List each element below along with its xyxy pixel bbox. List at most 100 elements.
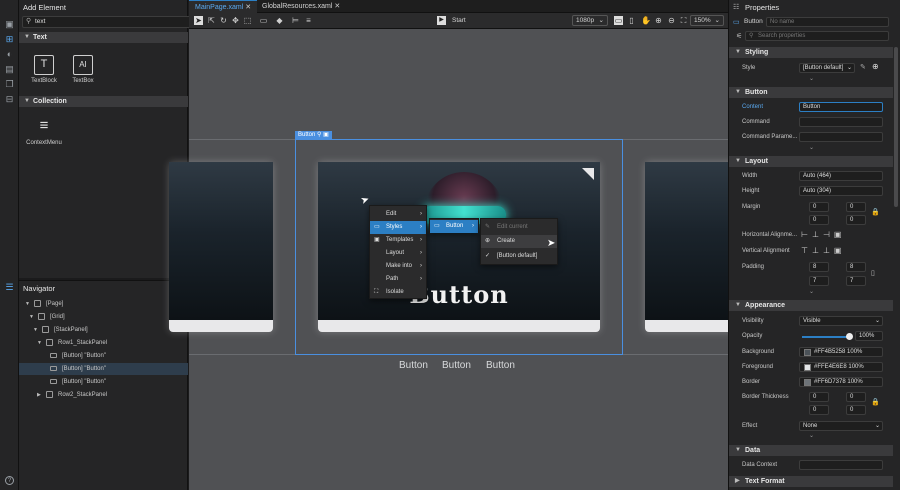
menu-item-path[interactable]: Path › bbox=[370, 273, 426, 286]
menu-item-isolate[interactable]: ⛶ Isolate bbox=[370, 286, 426, 299]
tree-item-button-selected[interactable]: [Button] "Button" bbox=[19, 363, 188, 375]
scrollbar[interactable] bbox=[894, 47, 898, 207]
add-icon[interactable]: ⊕ bbox=[872, 62, 879, 71]
content-field[interactable]: Button bbox=[799, 102, 883, 112]
hand-icon[interactable]: ✋ bbox=[641, 16, 651, 25]
navigator-icon[interactable]: ☰ bbox=[4, 282, 15, 292]
border-right[interactable]: 0 bbox=[809, 405, 829, 415]
add-element-icon[interactable]: ⊞ bbox=[4, 34, 15, 44]
section-layout[interactable]: ▼ Layout bbox=[729, 156, 893, 167]
search-properties-input[interactable]: ⚲ Search properties bbox=[745, 31, 889, 41]
margin-right[interactable]: 0 bbox=[809, 215, 829, 225]
filter-icon[interactable]: ⚟ bbox=[736, 32, 742, 40]
resolution-select[interactable]: 1080p ⌄ bbox=[572, 15, 608, 26]
opacity-slider-track[interactable] bbox=[802, 336, 850, 338]
padding-left[interactable]: 8 bbox=[809, 262, 829, 272]
menu-item-make-into[interactable]: Make into › bbox=[370, 260, 426, 273]
tile-textbox[interactable]: AI TextBox bbox=[65, 55, 101, 84]
brush-icon[interactable]: ◆ bbox=[275, 16, 284, 25]
padding-top[interactable]: 8 bbox=[846, 262, 866, 272]
zoom-out-icon[interactable]: ⊖ bbox=[667, 16, 676, 25]
direct-select-icon[interactable]: ⇱ bbox=[207, 16, 216, 25]
section-collection[interactable]: ▼ Collection bbox=[19, 96, 188, 107]
chevron-down-icon[interactable]: ⌄ bbox=[809, 75, 814, 82]
padding-right[interactable]: 7 bbox=[809, 276, 829, 286]
padding-bottom[interactable]: 7 bbox=[846, 276, 866, 286]
foreground-field[interactable]: #FFE4E6E8 100% bbox=[799, 362, 883, 372]
color-swatch[interactable] bbox=[804, 349, 811, 356]
start-label[interactable]: Start bbox=[452, 17, 466, 24]
tile-textblock[interactable]: T TextBlock bbox=[26, 55, 62, 84]
tree-item-button[interactable]: [Button] "Button" bbox=[19, 376, 188, 388]
visibility-select[interactable]: Visible ⌄ bbox=[799, 316, 883, 326]
name-field[interactable]: No name bbox=[766, 17, 889, 27]
tree-item-button[interactable]: [Button] "Button" bbox=[19, 350, 188, 362]
button-card-left[interactable] bbox=[169, 162, 273, 332]
valign-buttons[interactable]: ⊤⊥⊥▣ bbox=[801, 246, 845, 255]
lock-icon[interactable]: 🔒 bbox=[871, 208, 880, 216]
close-icon[interactable]: ✕ bbox=[245, 4, 251, 11]
rotate-icon[interactable]: ↻ bbox=[219, 16, 228, 25]
menu-item-layout[interactable]: Layout › bbox=[370, 247, 426, 260]
command-param-field[interactable] bbox=[799, 132, 883, 142]
tree-item-grid[interactable]: ▼ [Grid] bbox=[19, 311, 188, 323]
height-field[interactable]: Auto (304) bbox=[799, 186, 883, 196]
data-context-field[interactable] bbox=[799, 460, 883, 470]
resources-icon[interactable]: ⊟ bbox=[4, 94, 15, 104]
pages-icon[interactable]: ▣ bbox=[4, 19, 15, 29]
margin-bottom[interactable]: 0 bbox=[846, 215, 866, 225]
text-button[interactable]: Button bbox=[399, 360, 428, 371]
copy-icon[interactable]: ❐ bbox=[4, 79, 15, 89]
menu-item-templates[interactable]: ▣ Templates › bbox=[370, 234, 426, 247]
color-swatch[interactable] bbox=[804, 379, 811, 386]
text-button[interactable]: Button bbox=[486, 360, 515, 371]
halign-buttons[interactable]: ⊢⊥⊣▣ bbox=[801, 230, 845, 239]
opacity-slider-thumb[interactable] bbox=[846, 333, 853, 340]
border-top[interactable]: 0 bbox=[846, 392, 866, 402]
section-appearance[interactable]: ▼ Appearance bbox=[729, 300, 893, 311]
pencil-icon[interactable]: ✎ bbox=[860, 63, 866, 71]
selection-box[interactable] bbox=[295, 139, 623, 355]
chevron-down-icon[interactable]: ⌄ bbox=[809, 432, 814, 439]
section-data[interactable]: ▼ Data bbox=[729, 445, 893, 456]
text-button[interactable]: Button bbox=[442, 360, 471, 371]
link-icon[interactable]: ▯ bbox=[871, 269, 875, 277]
select-tool-icon[interactable]: ➤ bbox=[194, 16, 203, 25]
style-icon[interactable]: ▣ bbox=[323, 132, 329, 138]
comment-icon[interactable]: ▭ bbox=[259, 16, 268, 25]
play-icon[interactable]: ▶ bbox=[437, 16, 446, 25]
search-input[interactable]: ⚲ text ✕ bbox=[22, 16, 205, 28]
border-field[interactable]: #FF6D7378 100% bbox=[799, 377, 883, 387]
tree-item-stackpanel[interactable]: ▼ [StackPanel] bbox=[19, 324, 188, 336]
menu-item-edit[interactable]: Edit › bbox=[370, 208, 426, 221]
zoom-in-icon[interactable]: ⊕ bbox=[654, 16, 663, 25]
border-bottom[interactable]: 0 bbox=[846, 405, 866, 415]
palette-icon[interactable]: ◐ bbox=[4, 49, 15, 59]
menu-item-styles[interactable]: ▭ Styles › bbox=[370, 221, 426, 234]
tree-item-row1[interactable]: ▼ Row1_StackPanel bbox=[19, 337, 188, 349]
tab-mainpage[interactable]: MainPage.xaml ✕ bbox=[189, 0, 258, 13]
close-icon[interactable]: ✕ bbox=[334, 3, 340, 10]
zoom-select[interactable]: 150% ⌄ bbox=[690, 15, 724, 26]
selection-tag[interactable]: Button ⚲ ▣ bbox=[295, 131, 332, 140]
effect-select[interactable]: None ⌄ bbox=[799, 421, 883, 431]
move-icon[interactable]: ✥ bbox=[231, 16, 240, 25]
design-canvas[interactable]: Button Button ⚲ ▣ Button Button Button E… bbox=[169, 29, 749, 490]
distribute-icon[interactable]: ≡ bbox=[304, 16, 313, 25]
margin-left[interactable]: 0 bbox=[809, 202, 829, 212]
tree-item-page[interactable]: ▼ [Page] bbox=[19, 298, 188, 310]
transform-icon[interactable]: ⬚ bbox=[243, 16, 252, 25]
fit-icon[interactable]: ⛶ bbox=[679, 16, 688, 25]
menu-item-create[interactable]: ⊕ Create bbox=[481, 235, 557, 248]
width-field[interactable]: Auto (464) bbox=[799, 171, 883, 181]
lock-icon[interactable]: 🔒 bbox=[871, 398, 880, 406]
style-select[interactable]: [Button default] ⌄ bbox=[799, 63, 855, 73]
background-field[interactable]: #FF4B5258 100% bbox=[799, 347, 883, 357]
chevron-down-icon[interactable]: ⌄ bbox=[809, 288, 814, 295]
opacity-field[interactable]: 100% bbox=[855, 331, 883, 341]
section-styling[interactable]: ▼ Styling bbox=[729, 47, 893, 58]
desktop-icon[interactable]: ▭ bbox=[614, 16, 623, 25]
tree-item-row2[interactable]: ▶ Row2_StackPanel bbox=[19, 389, 188, 401]
chevron-down-icon[interactable]: ⌄ bbox=[809, 144, 814, 151]
phone-icon[interactable]: ▯ bbox=[627, 16, 636, 25]
